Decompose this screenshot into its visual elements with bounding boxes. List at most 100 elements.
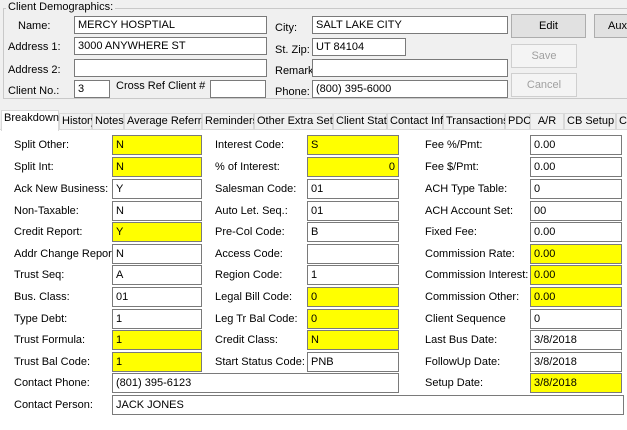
address1-field[interactable]: 3000 ANYWHERE ST: [74, 37, 267, 55]
contact-phone-label: Contact Phone:: [14, 377, 90, 389]
ach-type-table-field[interactable]: 0: [530, 179, 622, 199]
interest-code-label: Interest Code:: [215, 139, 285, 151]
trust-bal-code-label: Trust Bal Code:: [14, 356, 91, 368]
access-code-label: Access Code:: [215, 248, 283, 260]
tab-other-extra-setup[interactable]: Other Extra Setup: [254, 113, 345, 130]
client-no-field[interactable]: 3: [74, 80, 110, 98]
save-button[interactable]: Save: [511, 44, 577, 68]
salesman-code-field[interactable]: 01: [307, 179, 399, 199]
last-bus-date-label: Last Bus Date:: [425, 334, 498, 346]
ack-new-business-label: Ack New Business:: [14, 183, 109, 195]
client-sequence-label: Client Sequence: [425, 313, 506, 325]
stzip-label: St. Zip:: [275, 44, 310, 56]
bus-class-label: Bus. Class:: [14, 291, 70, 303]
name-label: Name:: [18, 20, 51, 32]
contact-person-field[interactable]: JACK JONES: [112, 395, 624, 415]
commission-other-field[interactable]: 0.00: [530, 287, 622, 307]
pre-col-code-label: Pre-Col Code:: [215, 226, 285, 238]
setup-date-label: Setup Date:: [425, 377, 484, 389]
tab-average-referral[interactable]: Average Referral: [124, 113, 210, 130]
split-int-label: Split Int:: [14, 161, 54, 173]
tab-ar[interactable]: A/R: [530, 113, 564, 130]
address1-label: Address 1:: [8, 41, 61, 53]
interest-code-field[interactable]: S: [307, 135, 399, 155]
group-border-left: [3, 8, 4, 98]
fee-pct-pmt-field[interactable]: 0.00: [530, 135, 622, 155]
access-code-field[interactable]: [307, 244, 399, 264]
followup-date-label: FollowUp Date:: [425, 356, 501, 368]
aux-button[interactable]: Aux: [594, 14, 627, 38]
legal-bill-code-field[interactable]: 0: [307, 287, 399, 307]
start-status-code-field[interactable]: PNB: [307, 352, 399, 372]
credit-class-field[interactable]: N: [307, 330, 399, 350]
commission-other-label: Commission Other:: [425, 291, 520, 303]
city-field[interactable]: SALT LAKE CITY: [312, 16, 508, 34]
tab-reminders[interactable]: Reminders: [202, 113, 258, 130]
group-border-bottom: [3, 98, 627, 99]
bus-class-field[interactable]: 01: [112, 287, 202, 307]
commission-rate-field[interactable]: 0.00: [530, 244, 622, 264]
tab-notes[interactable]: Notes: [92, 113, 124, 130]
tab-pdc[interactable]: PDC: [505, 113, 531, 130]
split-int-field[interactable]: N: [112, 157, 202, 177]
credit-class-label: Credit Class:: [215, 334, 278, 346]
ach-type-table-label: ACH Type Table:: [425, 183, 508, 195]
leg-tr-bal-code-field[interactable]: 0: [307, 309, 399, 329]
legal-bill-code-label: Legal Bill Code:: [215, 291, 293, 303]
remark-field[interactable]: [312, 59, 508, 77]
addr-change-report-label: Addr Change Report:: [14, 248, 118, 260]
address2-field[interactable]: [74, 59, 267, 77]
contact-person-label: Contact Person:: [14, 399, 93, 411]
trust-formula-label: Trust Formula:: [14, 334, 86, 346]
trust-formula-field[interactable]: 1: [112, 330, 202, 350]
leg-tr-bal-code-label: Leg Tr Bal Code:: [215, 313, 298, 325]
phone-field[interactable]: (800) 395-6000: [312, 80, 508, 98]
type-debt-label: Type Debt:: [14, 313, 68, 325]
tab-breakdown[interactable]: Breakdown: [1, 110, 59, 131]
fee-dollar-pmt-field[interactable]: 0.00: [530, 157, 622, 177]
trust-bal-code-field[interactable]: 1: [112, 352, 202, 372]
credit-report-field[interactable]: Y: [112, 222, 202, 242]
stzip-field[interactable]: UT 84104: [312, 38, 406, 56]
split-other-label: Split Other:: [14, 139, 70, 151]
auto-let-seq-field[interactable]: 01: [307, 201, 399, 221]
cross-ref-field[interactable]: [210, 80, 266, 98]
cross-ref-label: Cross Ref Client #: [116, 80, 206, 92]
followup-date-field[interactable]: 3/8/2018: [530, 352, 622, 372]
auto-let-seq-label: Auto Let. Seq.:: [215, 205, 288, 217]
pct-interest-field[interactable]: 0: [307, 157, 399, 177]
last-bus-date-field[interactable]: 3/8/2018: [530, 330, 622, 350]
trust-seq-field[interactable]: A: [112, 265, 202, 285]
group-title: Client Demographics:: [6, 0, 116, 14]
tab-transactions[interactable]: Transactions: [443, 113, 509, 130]
ach-account-set-field[interactable]: 00: [530, 201, 622, 221]
name-field[interactable]: MERCY HOSPTIAL: [74, 16, 267, 34]
phone-label: Phone:: [275, 86, 310, 98]
commission-interest-field[interactable]: 0.00: [530, 265, 622, 285]
cancel-button[interactable]: Cancel: [511, 73, 577, 97]
edit-button[interactable]: Edit: [511, 14, 586, 38]
setup-date-field[interactable]: 3/8/2018: [530, 373, 622, 393]
tab-contact-info[interactable]: Contact Info: [387, 113, 449, 130]
city-label: City:: [275, 22, 297, 34]
fee-pct-pmt-label: Fee %/Pmt:: [425, 139, 483, 151]
ach-account-set-label: ACH Account Set:: [425, 205, 514, 217]
tab-history[interactable]: History: [59, 113, 96, 130]
addr-change-report-field[interactable]: N: [112, 244, 202, 264]
contact-phone-field[interactable]: (801) 395-6123: [112, 373, 399, 393]
type-debt-field[interactable]: 1: [112, 309, 202, 329]
client-sequence-field[interactable]: 0: [530, 309, 622, 329]
fixed-fee-field[interactable]: 0.00: [530, 222, 622, 242]
client-no-label: Client No.:: [8, 85, 60, 97]
non-taxable-field[interactable]: N: [112, 201, 202, 221]
tab-client-stats[interactable]: Client Stats: [333, 113, 392, 130]
start-status-code-label: Start Status Code:: [215, 356, 305, 368]
split-other-field[interactable]: N: [112, 135, 202, 155]
ack-new-business-field[interactable]: Y: [112, 179, 202, 199]
non-taxable-label: Non-Taxable:: [14, 205, 79, 217]
region-code-field[interactable]: 1: [307, 265, 399, 285]
tab-cl[interactable]: Cl: [616, 113, 627, 130]
tab-cb-setup[interactable]: CB Setup: [564, 113, 616, 130]
fee-dollar-pmt-label: Fee $/Pmt:: [425, 161, 479, 173]
pre-col-code-field[interactable]: B: [307, 222, 399, 242]
